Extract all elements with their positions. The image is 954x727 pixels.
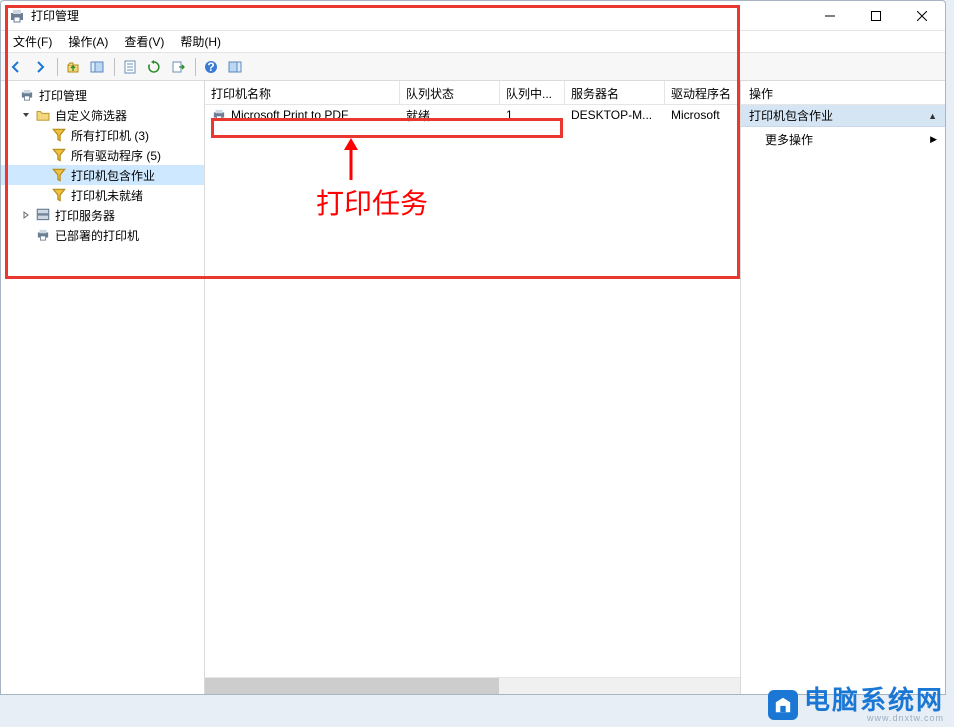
up-button[interactable] xyxy=(62,56,84,78)
window-title: 打印管理 xyxy=(31,7,79,24)
tree-custom-filters[interactable]: 自定义筛选器 xyxy=(1,105,204,125)
tree: 打印管理 自定义筛选器 所有打印机 (3) 所有驱动程序 (5) xyxy=(1,81,204,249)
cell-jobs: 1 xyxy=(500,108,565,122)
toolbar-separator xyxy=(114,58,115,76)
column-status[interactable]: 队列状态 xyxy=(400,81,500,104)
svg-text:?: ? xyxy=(207,60,214,74)
menu-action[interactable]: 操作(A) xyxy=(60,31,116,52)
properties-button[interactable] xyxy=(119,56,141,78)
column-driver[interactable]: 驱动程序名 xyxy=(665,81,740,104)
client-area: 打印管理 自定义筛选器 所有打印机 (3) 所有驱动程序 (5) xyxy=(1,81,945,694)
actions-title: 操作 xyxy=(741,81,945,105)
toolbar-separator xyxy=(195,58,196,76)
app-icon xyxy=(9,8,25,24)
actions-more[interactable]: 更多操作 ▶ xyxy=(741,127,945,151)
tree-print-servers[interactable]: 打印服务器 xyxy=(1,205,204,225)
filter-icon xyxy=(51,187,67,203)
printer-icon xyxy=(35,227,51,243)
horizontal-scrollbar[interactable] xyxy=(205,677,740,694)
tree-label: 打印机包含作业 xyxy=(71,167,155,184)
tree-label: 所有打印机 (3) xyxy=(71,127,149,144)
tree-all-drivers[interactable]: 所有驱动程序 (5) xyxy=(1,145,204,165)
toolbar: ? xyxy=(1,53,945,81)
titlebar: 打印管理 xyxy=(1,1,945,31)
tree-all-printers[interactable]: 所有打印机 (3) xyxy=(1,125,204,145)
export-button[interactable] xyxy=(167,56,189,78)
expand-placeholder xyxy=(19,228,33,242)
menu-file[interactable]: 文件(F) xyxy=(5,31,60,52)
column-name[interactable]: 打印机名称 xyxy=(205,81,400,104)
tree-deployed-printers[interactable]: 已部署的打印机 xyxy=(1,225,204,245)
collapse-icon[interactable] xyxy=(3,88,17,102)
menubar: 文件(F) 操作(A) 查看(V) 帮助(H) xyxy=(1,31,945,53)
menu-view[interactable]: 查看(V) xyxy=(116,31,172,52)
refresh-button[interactable] xyxy=(143,56,165,78)
show-tree-button[interactable] xyxy=(86,56,108,78)
cell-server: DESKTOP-M... xyxy=(565,108,665,122)
column-server[interactable]: 服务器名 xyxy=(565,81,665,104)
expand-icon[interactable] xyxy=(19,208,33,222)
close-button[interactable] xyxy=(899,1,945,31)
expand-placeholder xyxy=(35,128,49,142)
actions-more-label: 更多操作 xyxy=(765,131,813,148)
scrollbar-thumb[interactable] xyxy=(205,678,499,694)
list-header: 打印机名称 队列状态 队列中... 服务器名 驱动程序名 xyxy=(205,81,740,105)
tree-root[interactable]: 打印管理 xyxy=(1,85,204,105)
printer-icon xyxy=(19,87,35,103)
tree-label: 打印服务器 xyxy=(55,207,115,224)
collapse-triangle-icon: ▲ xyxy=(928,111,937,121)
expand-placeholder xyxy=(35,148,49,162)
print-management-window: 打印管理 文件(F) 操作(A) 查看(V) 帮助(H) ? xyxy=(0,0,946,695)
cell-name-text: Microsoft Print to PDF xyxy=(231,108,348,122)
folder-icon xyxy=(35,107,51,123)
server-icon xyxy=(35,207,51,223)
column-jobs[interactable]: 队列中... xyxy=(500,81,565,104)
list-pane: 打印机名称 队列状态 队列中... 服务器名 驱动程序名 Microsoft P… xyxy=(205,81,741,694)
tree-label: 已部署的打印机 xyxy=(55,227,139,244)
maximize-button[interactable] xyxy=(853,1,899,31)
watermark-logo-icon xyxy=(768,690,798,720)
tree-label: 自定义筛选器 xyxy=(55,107,127,124)
cell-name: Microsoft Print to PDF xyxy=(205,107,400,123)
show-actions-button[interactable] xyxy=(224,56,246,78)
printer-row[interactable]: Microsoft Print to PDF 就绪 1 DESKTOP-M...… xyxy=(205,105,740,125)
tree-label: 所有驱动程序 (5) xyxy=(71,147,161,164)
printer-icon xyxy=(211,107,227,123)
filter-icon xyxy=(51,167,67,183)
actions-subtitle: 打印机包含作业 xyxy=(749,107,833,124)
actions-subtitle-row[interactable]: 打印机包含作业 ▲ xyxy=(741,105,945,127)
tree-label: 打印机未就绪 xyxy=(71,187,143,204)
submenu-caret-icon: ▶ xyxy=(930,134,937,145)
actions-pane: 操作 打印机包含作业 ▲ 更多操作 ▶ xyxy=(741,81,945,694)
forward-button[interactable] xyxy=(29,56,51,78)
tree-label: 打印管理 xyxy=(39,87,87,104)
tree-pane: 打印管理 自定义筛选器 所有打印机 (3) 所有驱动程序 (5) xyxy=(1,81,205,694)
expand-placeholder xyxy=(35,188,49,202)
expand-placeholder xyxy=(35,168,49,182)
cell-status: 就绪 xyxy=(400,107,500,124)
tree-printers-with-jobs[interactable]: 打印机包含作业 xyxy=(1,165,204,185)
collapse-icon[interactable] xyxy=(19,108,33,122)
menu-help[interactable]: 帮助(H) xyxy=(172,31,229,52)
help-button[interactable]: ? xyxy=(200,56,222,78)
toolbar-separator xyxy=(57,58,58,76)
filter-icon xyxy=(51,127,67,143)
cell-driver: Microsoft xyxy=(665,108,740,122)
minimize-button[interactable] xyxy=(807,1,853,31)
back-button[interactable] xyxy=(5,56,27,78)
watermark-text: 电脑系统网 xyxy=(804,687,944,713)
watermark: 电脑系统网 www.dnxtw.com xyxy=(768,687,944,723)
filter-icon xyxy=(51,147,67,163)
tree-printers-not-ready[interactable]: 打印机未就绪 xyxy=(1,185,204,205)
